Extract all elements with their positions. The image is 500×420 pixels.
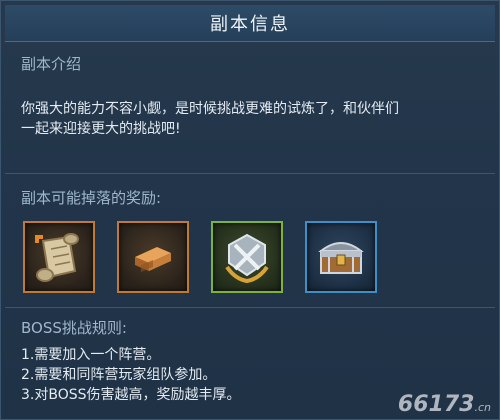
intro-line-1: 你强大的能力不容小觑，是时候挑战更难的试炼了，和伙伴们 — [21, 101, 399, 117]
reward-slot-1[interactable] — [23, 221, 95, 293]
dialog-title-bar: 副本信息 — [5, 5, 495, 42]
rules-list: 1.需要加入一个阵营。 2.需要和同阵营玩家组队参加。 3.对BOSS伤害越高，… — [21, 345, 461, 405]
site-watermark: 66173.cn — [398, 392, 491, 417]
rewards-heading: 副本可能掉落的奖励: — [21, 189, 162, 207]
reward-slot-3[interactable] — [211, 221, 283, 293]
dialog-title: 副本信息 — [210, 14, 290, 35]
reward-slot-2[interactable] — [117, 221, 189, 293]
watermark-suffix: .cn — [474, 401, 491, 414]
intro-text: 你强大的能力不容小觑，是时候挑战更难的试炼了，和伙伴们 一起来迎接更大的挑战吧! — [21, 99, 491, 139]
divider — [5, 307, 495, 308]
rule-item: 1.需要加入一个阵营。 — [21, 347, 161, 363]
instance-info-dialog: 副本信息 副本介绍 你强大的能力不容小觑，是时候挑战更难的试炼了，和伙伴们 一起… — [0, 0, 500, 420]
intro-line-2: 一起来迎接更大的挑战吧! — [21, 121, 181, 137]
rules-heading: BOSS挑战规则: — [21, 319, 127, 337]
crossed-swords-emblem-icon — [225, 233, 269, 284]
divider — [5, 173, 495, 174]
intro-heading: 副本介绍 — [21, 55, 82, 73]
reward-slot-4[interactable] — [305, 221, 377, 293]
bronze-ingot-icon — [135, 247, 171, 272]
watermark-brand: 66173 — [397, 392, 475, 417]
rule-item: 2.需要和同阵营玩家组队参加。 — [21, 367, 217, 383]
scroll-icon — [35, 233, 79, 282]
treasure-chest-icon — [318, 242, 364, 274]
rule-item: 3.对BOSS伤害越高，奖励越丰厚。 — [21, 387, 241, 403]
